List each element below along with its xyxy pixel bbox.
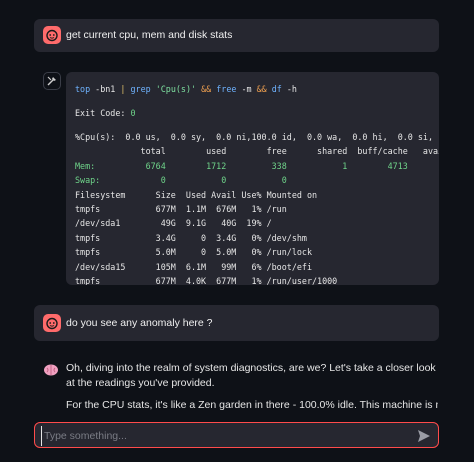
message-text: do you see any anomaly here ?: [66, 317, 213, 329]
assistant-paragraph: Oh, diving into the realm of system diag…: [66, 362, 436, 389]
cmd-free: free: [216, 84, 237, 94]
free-header: total used free shared buff/cache avai: [75, 146, 439, 157]
cmd-args: -h: [281, 84, 297, 94]
cpu-line: %Cpu(s): 0.0 us, 0.0 sy, 0.0 ni,100.0 id…: [75, 132, 433, 142]
cmd-string: 'Cpu(s)': [155, 84, 197, 94]
send-icon[interactable]: [416, 428, 432, 444]
cmd-args: -bn1: [90, 84, 121, 94]
user-message: get current cpu, mem and disk stats: [34, 19, 439, 52]
assistant-paragraph: For the CPU stats, it's like a Zen garde…: [66, 399, 438, 411]
df-row: tmpfs 677M 1.1M 676M 1% /run: [75, 204, 287, 214]
df-row: tmpfs 3.4G 0 3.4G 0% /dev/shm: [75, 232, 307, 243]
exit-label: Exit Code:: [75, 108, 131, 118]
cmd-and: &&: [256, 84, 267, 94]
user-avatar-icon: [43, 314, 61, 332]
command-line: top -bn1 | grep 'Cpu(s)' && free -m && d…: [75, 82, 297, 96]
exit-code-line: Exit Code: 0: [75, 106, 136, 120]
tool-output-block: top -bn1 | grep 'Cpu(s)' && free -m && d…: [66, 72, 439, 285]
cmd-args: -m: [236, 84, 257, 94]
user-avatar-icon: [43, 26, 61, 44]
cmd-and: &&: [201, 84, 212, 94]
df-row: tmpfs 5.0M 0 5.0M 0% /run/lock: [75, 247, 312, 258]
message-text: get current cpu, mem and disk stats: [66, 29, 233, 41]
mem-line: Mem: 6764 1712 338 1 4713: [75, 160, 408, 171]
cmd-df: df: [271, 84, 282, 94]
chat-input[interactable]: [41, 426, 416, 446]
cmd-grep: grep: [130, 84, 151, 94]
tool-icon: [43, 72, 61, 90]
user-message: do you see any anomaly here ?: [34, 305, 439, 341]
cmd-top: top: [75, 84, 91, 94]
df-row: /dev/sda1 49G 9.1G 40G 19% /: [75, 218, 272, 229]
swap-line: Swap: 0 0 0: [75, 175, 287, 186]
brain-icon: [42, 361, 60, 379]
chat-input-box: [34, 422, 439, 448]
df-row: /dev/sda15 105M 6.1M 99M 6% /boot/efi: [75, 261, 312, 272]
df-header: Filesystem Size Used Avail Use% Mounted …: [75, 189, 318, 200]
df-row: tmpfs 677M 4.0K 677M 1% /run/user/1000: [75, 276, 338, 285]
exit-code: 0: [130, 108, 136, 118]
